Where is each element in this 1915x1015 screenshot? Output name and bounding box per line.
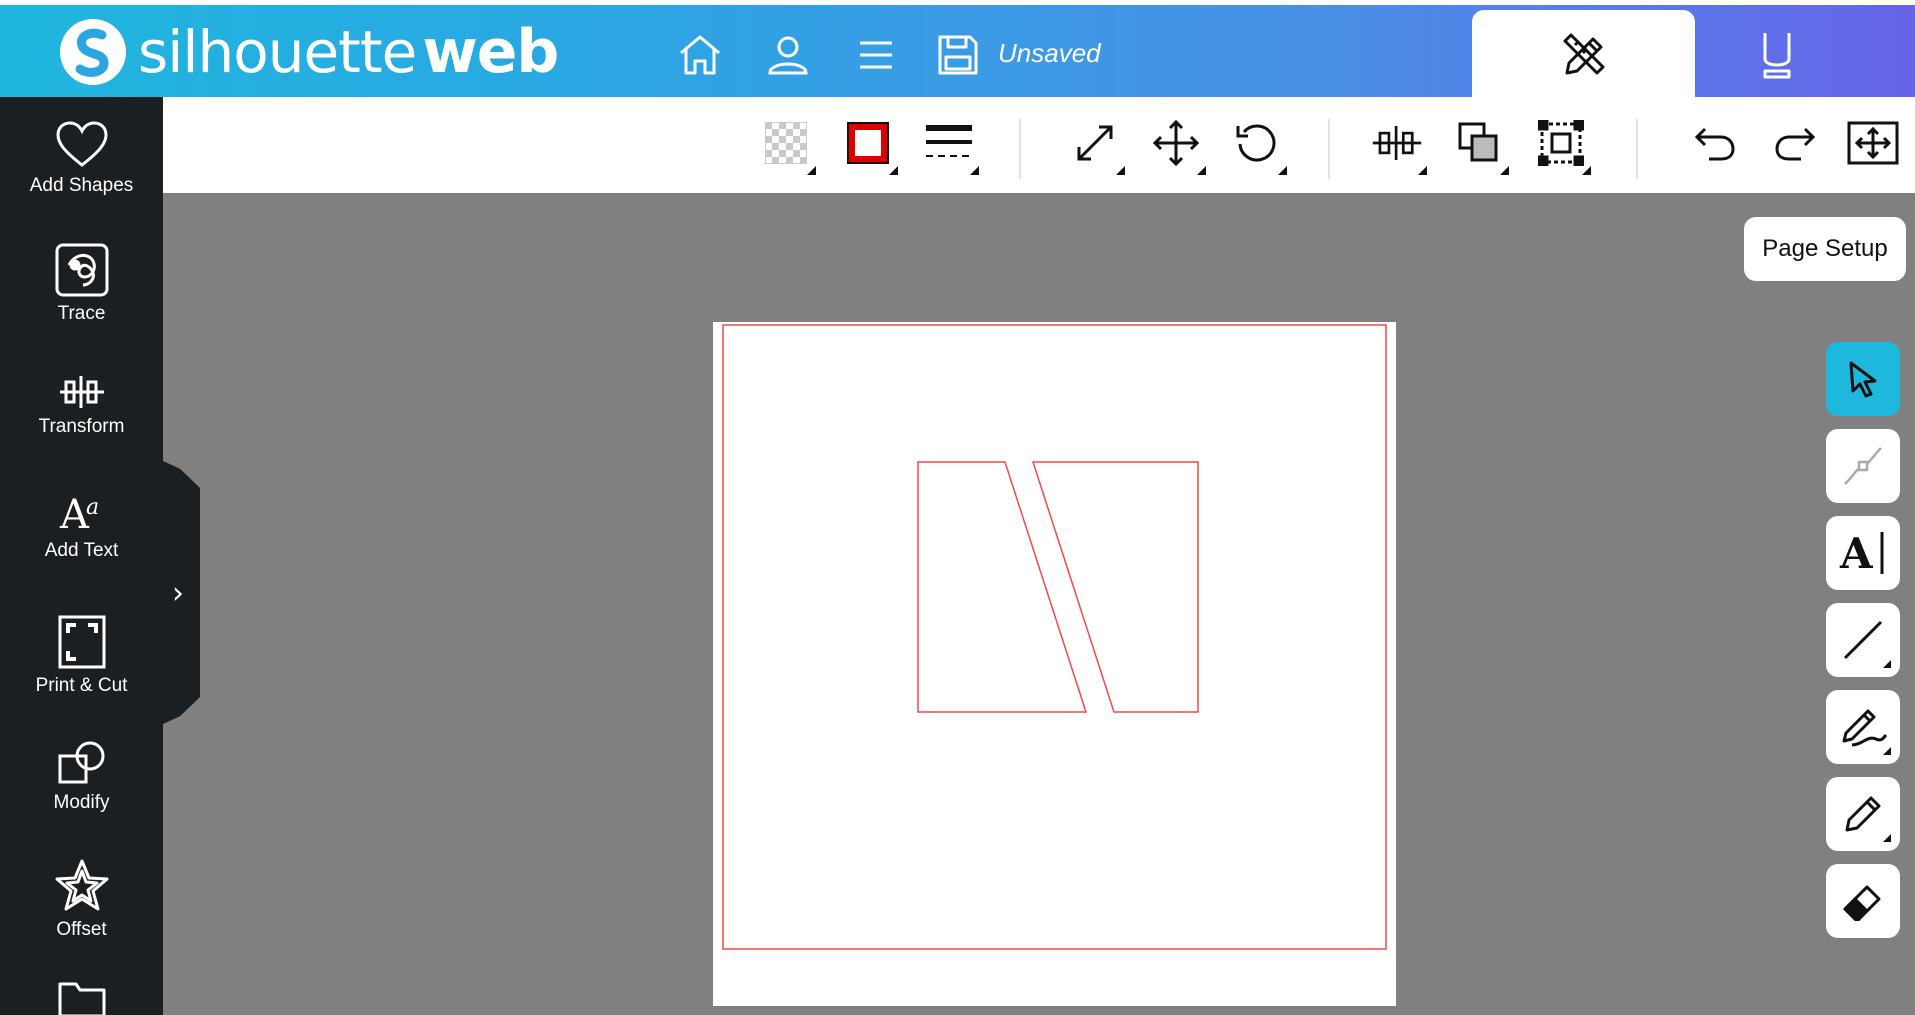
fill-button[interactable] bbox=[760, 117, 816, 175]
scale-icon bbox=[1077, 125, 1113, 161]
group-icon bbox=[1538, 120, 1584, 166]
text-icon: A a bbox=[59, 492, 99, 534]
app-header: silhouette web Unsaved bbox=[0, 0, 1915, 102]
select-tool-button[interactable] bbox=[1826, 342, 1900, 416]
sidebar-item-transform[interactable]: Transform bbox=[0, 374, 163, 438]
tab-design[interactable] bbox=[1472, 10, 1695, 102]
group-button[interactable] bbox=[1535, 117, 1591, 175]
line-tool-icon bbox=[1843, 620, 1883, 660]
pencil-tool-button[interactable] bbox=[1826, 777, 1900, 851]
trace-icon bbox=[55, 243, 108, 297]
rotate-icon bbox=[1236, 124, 1276, 162]
undo-icon bbox=[1694, 127, 1735, 161]
svg-text:A: A bbox=[1839, 529, 1874, 578]
rotate-button[interactable] bbox=[1231, 117, 1287, 175]
redo-button[interactable] bbox=[1769, 117, 1821, 169]
svg-text:a: a bbox=[86, 495, 99, 520]
sidebar-item-modify[interactable]: Modify bbox=[0, 740, 163, 814]
sidebar-item-trace[interactable]: Trace bbox=[0, 243, 163, 325]
sidebar-item-label: Trace bbox=[57, 303, 106, 324]
star-icon bbox=[55, 859, 108, 911]
sidebar-item-label: Add Text bbox=[44, 540, 119, 561]
node-edit-icon bbox=[1844, 447, 1882, 485]
stroke-color-icon bbox=[847, 122, 889, 164]
move-button[interactable] bbox=[1150, 117, 1206, 175]
transform-icon bbox=[1372, 125, 1422, 161]
draw-tool-icon bbox=[1842, 709, 1888, 747]
page-setup-button[interactable]: Page Setup bbox=[1744, 217, 1906, 281]
sidebar-item-offset[interactable]: Offset bbox=[0, 859, 163, 941]
eraser-icon bbox=[1843, 885, 1881, 921]
line-tool-button[interactable] bbox=[1826, 603, 1900, 677]
sidebar-item-print-cut[interactable]: Print & Cut bbox=[0, 615, 163, 697]
page-cut-boundary bbox=[722, 324, 1387, 950]
shape-left-piece bbox=[917, 461, 1088, 713]
save-status: Unsaved bbox=[998, 38, 1101, 68]
save-icon[interactable] bbox=[934, 31, 982, 79]
silhouette-logo[interactable]: silhouette web bbox=[58, 17, 559, 87]
logo-text-silhouette: silhouette bbox=[138, 18, 417, 86]
arrange-button[interactable] bbox=[1453, 117, 1509, 175]
pencil-ruler-icon bbox=[1563, 33, 1604, 75]
scale-button[interactable] bbox=[1069, 117, 1125, 175]
toolbar-divider bbox=[1328, 119, 1330, 179]
draw-tool-button[interactable] bbox=[1826, 690, 1900, 764]
logo-text-web: web bbox=[422, 17, 559, 87]
line-style-icon bbox=[926, 125, 972, 157]
home-icon[interactable] bbox=[676, 31, 724, 79]
left-sidebar: Add Shapes Trace Transform A a Add Text … bbox=[0, 97, 163, 1015]
sidebar-item-label: Add Shapes bbox=[29, 175, 134, 196]
sidebar-item-add-shapes[interactable]: Add Shapes bbox=[0, 121, 163, 197]
text-tool-icon: A bbox=[1839, 529, 1884, 578]
stroke-color-button[interactable] bbox=[842, 117, 898, 175]
fit-page-icon bbox=[1847, 121, 1899, 165]
transform-icon bbox=[59, 376, 104, 408]
shape-right-piece bbox=[1031, 461, 1199, 713]
fit-page-button[interactable] bbox=[1847, 117, 1899, 169]
sidebar-item-label: Offset bbox=[56, 919, 107, 940]
move-icon bbox=[1153, 120, 1199, 166]
sidebar-item-label: Print & Cut bbox=[35, 675, 128, 696]
edit-toolbar bbox=[163, 97, 1915, 193]
undo-button[interactable] bbox=[1689, 117, 1741, 169]
toolbar-divider bbox=[1019, 119, 1021, 179]
line-style-button[interactable] bbox=[923, 117, 979, 175]
node-edit-tool-button[interactable] bbox=[1826, 429, 1900, 503]
silhouette-logo-icon bbox=[60, 19, 126, 85]
text-tool-button[interactable]: A bbox=[1826, 516, 1900, 590]
fill-transparency-icon bbox=[765, 122, 807, 164]
transform-button[interactable] bbox=[1371, 117, 1427, 175]
sidebar-item-label: Modify bbox=[53, 792, 110, 813]
cutting-mat[interactable] bbox=[713, 322, 1396, 1006]
eraser-tool-button[interactable] bbox=[1826, 864, 1900, 938]
sidebar-item-library[interactable] bbox=[0, 980, 163, 1015]
chevron-right-icon[interactable]: › bbox=[172, 576, 184, 611]
folder-icon bbox=[58, 982, 105, 1015]
cutter-blade-icon bbox=[1763, 33, 1791, 79]
pencil-tool-icon bbox=[1845, 796, 1881, 832]
menu-icon[interactable] bbox=[852, 31, 900, 79]
design-canvas[interactable] bbox=[713, 322, 1396, 1006]
tab-send[interactable] bbox=[1745, 23, 1809, 87]
redo-icon bbox=[1775, 127, 1816, 161]
sidebar-item-add-text[interactable]: A a Add Text bbox=[0, 490, 163, 562]
sidebar-item-label: Transform bbox=[38, 416, 125, 437]
toolbar-divider bbox=[1636, 119, 1638, 179]
select-icon bbox=[1849, 361, 1877, 398]
print-cut-icon bbox=[58, 615, 105, 669]
modify-icon bbox=[58, 741, 104, 784]
user-icon[interactable] bbox=[764, 31, 812, 79]
arrange-icon bbox=[1458, 122, 1498, 162]
heart-icon bbox=[55, 121, 108, 167]
